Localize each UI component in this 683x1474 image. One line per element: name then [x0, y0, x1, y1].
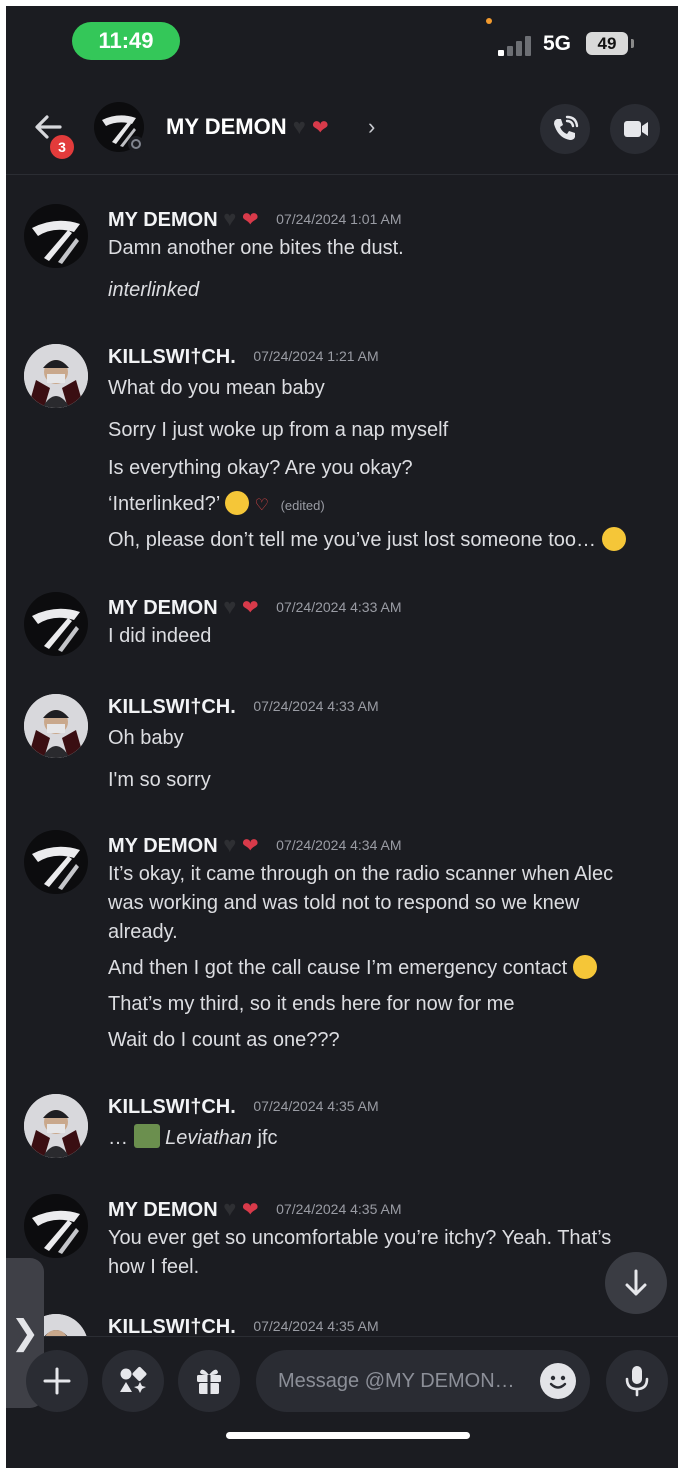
message-text-part: Oh, please don’t tell me you’ve just los… [108, 529, 597, 551]
message-text[interactable]: It’s okay, it came through on the radio … [108, 860, 658, 889]
message-text[interactable]: Is everything okay? Are you okay? [108, 454, 658, 483]
message-author[interactable]: MY DEMON ♥ ❤ 07/24/2024 4:34 AM [108, 832, 401, 858]
add-attachment-button[interactable] [26, 1350, 88, 1412]
chat-header: 3 MY DEMON ♥ ❤ › [6, 88, 678, 175]
anatomical-heart-icon: ❤ [311, 117, 329, 139]
message-text[interactable]: was working and was told not to respond … [108, 889, 658, 918]
apps-button[interactable] [102, 1350, 164, 1412]
message-list[interactable]: MY DEMON ♥ ❤ 07/24/2024 1:01 AM Damn ano… [6, 176, 678, 1336]
status-indicator [128, 136, 144, 152]
unread-badge: 3 [48, 133, 76, 161]
avatar[interactable] [24, 1194, 88, 1258]
gift-icon [197, 1369, 221, 1394]
message-author[interactable]: KILLSWI†CH. 07/24/2024 4:33 AM [108, 696, 379, 719]
message-text[interactable]: interlinked [108, 276, 658, 305]
message-timestamp: 07/24/2024 4:35 AM [253, 1318, 379, 1334]
message-timestamp: 07/24/2024 1:21 AM [253, 348, 379, 364]
message-timestamp: 07/24/2024 4:34 AM [276, 837, 402, 853]
black-heart-icon: ♥ [223, 206, 237, 231]
video-camera-icon [624, 121, 648, 137]
avatar[interactable] [24, 592, 88, 656]
status-time: 11:49 [72, 22, 180, 60]
black-heart-icon: ♥ [292, 114, 306, 139]
home-indicator[interactable] [226, 1432, 470, 1439]
black-heart-icon: ♥ [223, 594, 237, 619]
anatomical-heart-icon: ❤ [241, 1199, 259, 1221]
message-text[interactable]: I'm so sorry [108, 766, 658, 795]
red-heart-icon: ♡ [254, 497, 270, 514]
message-text[interactable]: ‘Interlinked?’ ♡ (edited) [108, 490, 658, 520]
message-author[interactable]: KILLSWI†CH. 07/24/2024 1:21 AM [108, 346, 379, 369]
avatar[interactable] [24, 204, 88, 268]
voice-message-button[interactable] [606, 1350, 668, 1412]
avatar[interactable] [24, 694, 88, 758]
message-text[interactable]: already. [108, 918, 658, 947]
edited-label: (edited) [280, 498, 325, 513]
message-text-part: ‘Interlinked?’ [108, 493, 220, 515]
message-text[interactable]: Wait do I count as one??? [108, 1026, 658, 1055]
page-title[interactable]: MY DEMON ♥ ❤ [166, 114, 329, 140]
message-author[interactable]: MY DEMON ♥ ❤ 07/24/2024 4:33 AM [108, 594, 401, 620]
microphone-icon [625, 1366, 649, 1397]
battery-icon: 49 [586, 32, 628, 55]
message-text-part: jfc [257, 1127, 278, 1149]
battery-nub [631, 39, 634, 48]
avatar[interactable] [24, 1094, 88, 1158]
melting-face-emoji-icon [572, 955, 597, 979]
message-text[interactable]: Sorry I just woke up from a nap myself [108, 416, 658, 445]
black-heart-icon: ♥ [223, 832, 237, 857]
chevron-right-icon[interactable]: › [368, 114, 375, 140]
message-timestamp: 07/24/2024 4:33 AM [253, 698, 379, 714]
message-timestamp: 07/24/2024 4:35 AM [253, 1098, 379, 1114]
message-text[interactable]: I did indeed [108, 622, 658, 651]
message-text-part: Leviathan [165, 1127, 252, 1149]
message-author[interactable]: MY DEMON ♥ ❤ 07/24/2024 1:01 AM [108, 206, 401, 232]
pleading-face-emoji-icon [601, 527, 626, 551]
anatomical-heart-icon: ❤ [241, 597, 259, 619]
message-timestamp: 07/24/2024 4:33 AM [276, 599, 402, 615]
message-text[interactable]: how I feel. [108, 1253, 658, 1282]
message-text[interactable]: You ever get so uncomfortable you’re itc… [108, 1224, 658, 1253]
app-screen: 11:49 5G 49 3 MY DEMON ♥ ❤ › MY DEMON ♥ … [6, 6, 678, 1468]
pleading-face-emoji-icon [225, 491, 250, 515]
custom-emoji-image [133, 1124, 160, 1148]
phone-call-icon [554, 115, 579, 140]
anatomical-heart-icon: ❤ [241, 209, 259, 231]
avatar[interactable] [24, 344, 88, 408]
avatar[interactable] [24, 830, 88, 894]
message-input-placeholder: Message @MY DEMON… [278, 1370, 515, 1392]
message-author[interactable]: KILLSWI†CH. 07/24/2024 4:35 AM [108, 1316, 379, 1336]
emoji-icon[interactable] [540, 1363, 576, 1399]
message-text[interactable]: Oh baby [108, 724, 658, 753]
scroll-to-bottom-button[interactable] [605, 1252, 667, 1314]
message-text[interactable]: That’s my third, so it ends here for now… [108, 990, 658, 1019]
message-author[interactable]: MY DEMON ♥ ❤ 07/24/2024 4:35 AM [108, 1196, 401, 1222]
voice-call-button[interactable] [540, 104, 590, 154]
anatomical-heart-icon: ❤ [241, 835, 259, 857]
composer-divider [6, 1336, 678, 1337]
message-text[interactable]: What do you mean baby [108, 374, 658, 403]
video-call-button[interactable] [610, 104, 660, 154]
black-heart-icon: ♥ [223, 1196, 237, 1221]
message-text[interactable]: And then I got the call cause I’m emerge… [108, 954, 658, 983]
message-text[interactable]: … Leviathan jfc [108, 1124, 658, 1153]
message-text[interactable]: Oh, please don’t tell me you’ve just los… [108, 526, 658, 555]
signal-icon [498, 34, 538, 56]
arrow-down-icon [625, 1269, 647, 1296]
message-input[interactable]: Message @MY DEMON… [256, 1350, 590, 1412]
message-text-part: And then I got the call cause I’m emerge… [108, 957, 568, 979]
message-author[interactable]: KILLSWI†CH. 07/24/2024 4:35 AM [108, 1096, 379, 1119]
message-timestamp: 07/24/2024 1:01 AM [276, 211, 402, 227]
message-text-part: … [108, 1127, 128, 1149]
plus-icon [43, 1367, 71, 1395]
message-timestamp: 07/24/2024 4:35 AM [276, 1201, 402, 1217]
network-type: 5G [543, 32, 572, 55]
privacy-indicator-dot [486, 18, 492, 24]
apps-icon [120, 1367, 147, 1393]
gift-button[interactable] [178, 1350, 240, 1412]
message-text[interactable]: Damn another one bites the dust. [108, 234, 658, 263]
